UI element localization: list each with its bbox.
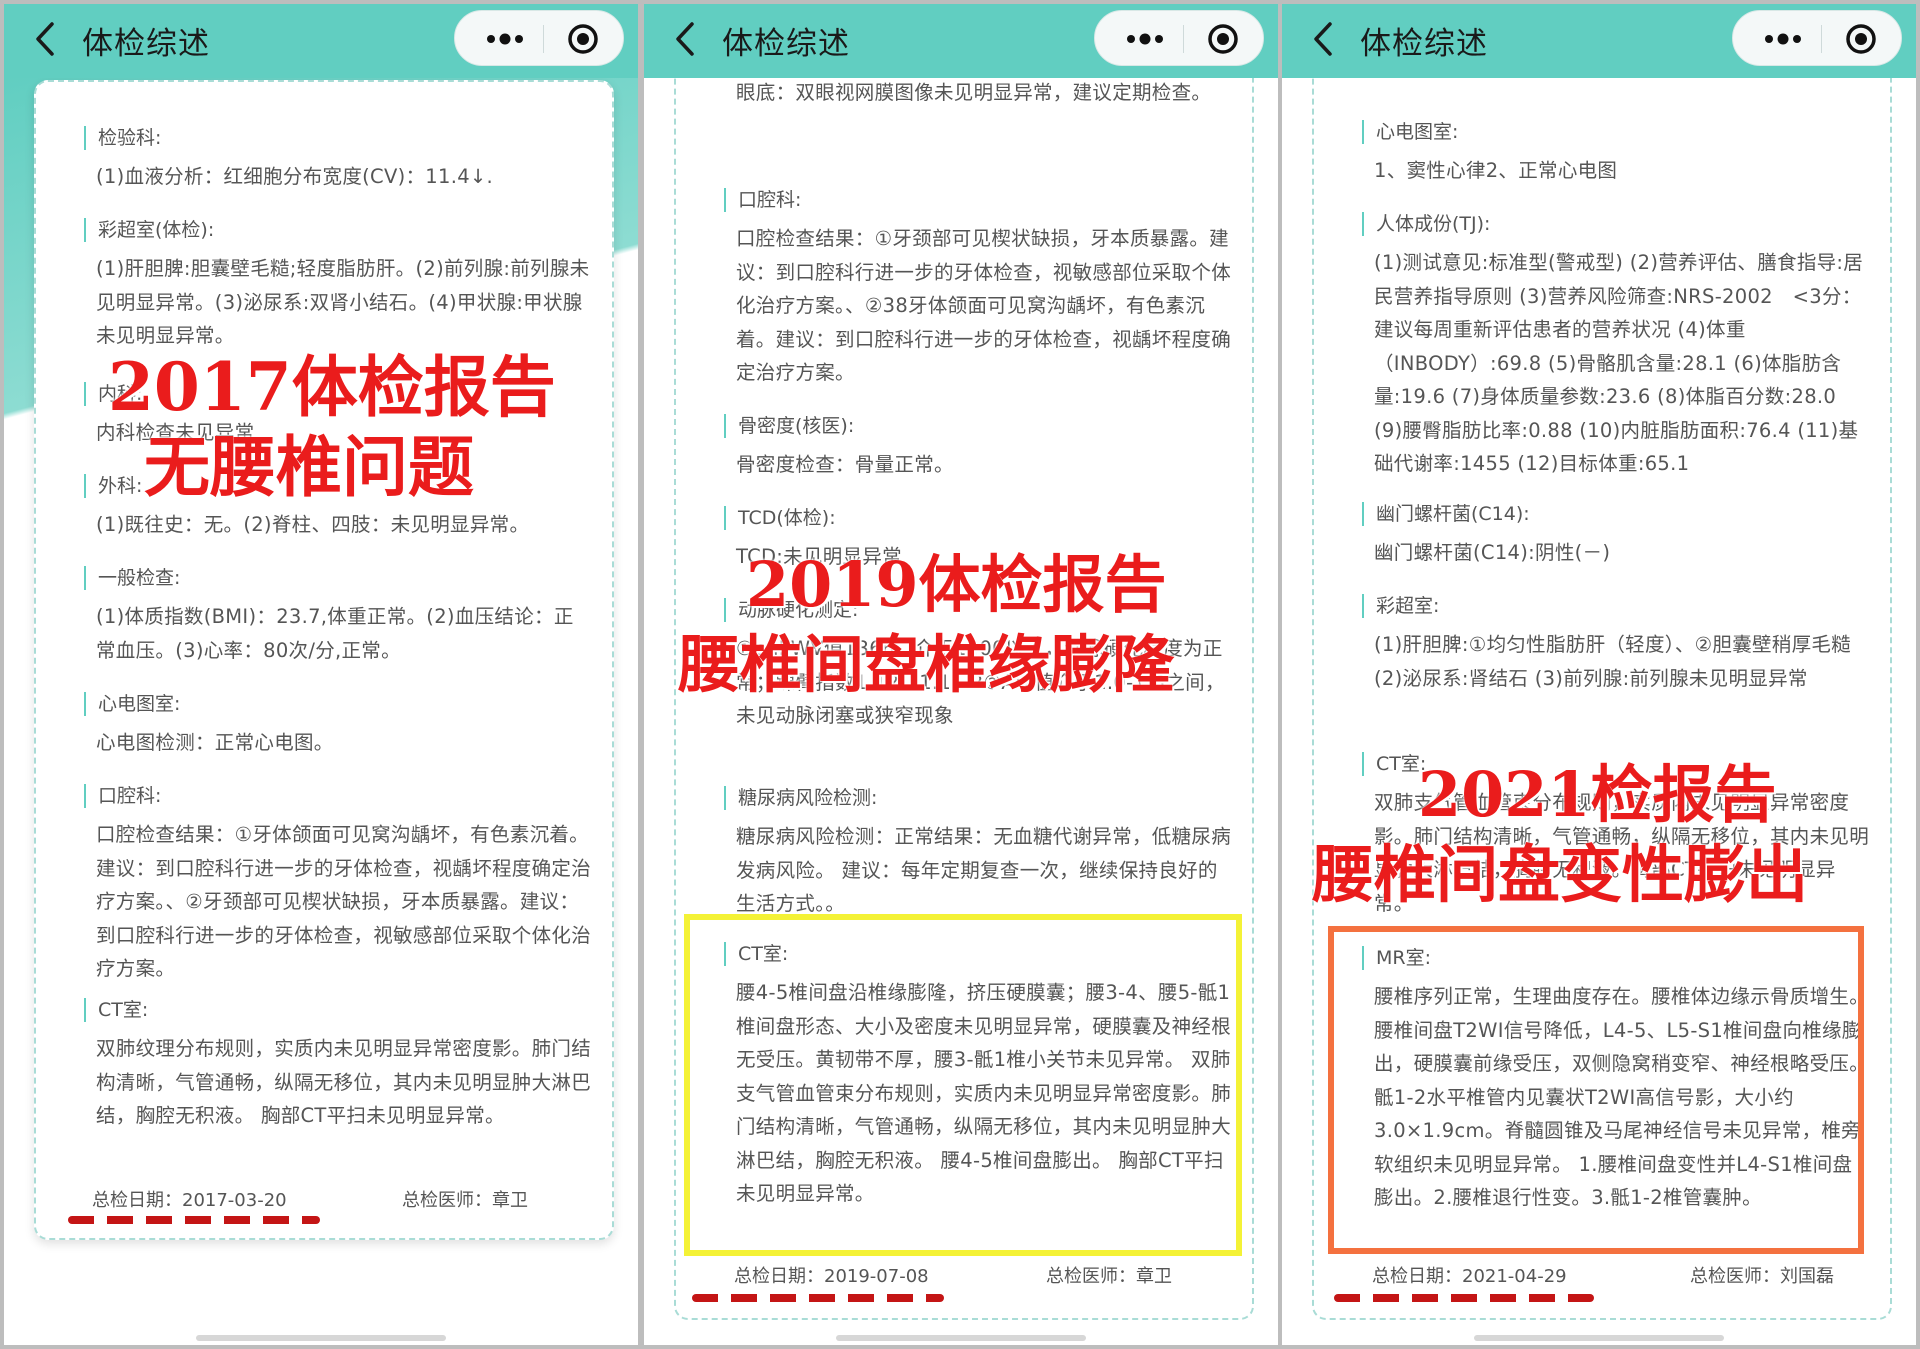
capsule-divider (1183, 25, 1184, 53)
app-bar: 体检综述 (644, 4, 1278, 78)
overlay-subtitle: 腰椎间盘变性膨出 (1312, 838, 1809, 911)
date-underline (68, 1216, 320, 1224)
section-title: 彩超室: (1362, 594, 1439, 618)
section-text: 双肺纹理分布规则，实质内未见明显异常密度影。肺门结构清晰，气管通畅，纵隔无移位，… (96, 1037, 592, 1127)
report-panel-2021: 体检综述 心电图室: 1、窦性心律2、正常心电图 人体成份(TJ): (1)测试… (1282, 4, 1916, 1345)
section-text: 糖尿病风险检测：正常结果：无血糖代谢异常，低糖尿病发病风险。 建议：每年定期复查… (736, 825, 1232, 915)
section-title: CT室: (1362, 752, 1426, 776)
page-title: 体检综述 (1360, 26, 1488, 62)
section-text: 幽门螺杆菌(C14):阴性(－) (1374, 541, 1611, 564)
capsule-divider (543, 25, 544, 53)
section-title: 糖尿病风险检测: (724, 786, 877, 810)
section-text: 口腔检查结果：①牙体颌面可见窝沟龋坏，有色素沉着。建议：到口腔科行进一步的牙体检… (96, 823, 592, 980)
exam-date: 总检日期：2021-04-29 (1372, 1266, 1567, 1287)
overlay-title: 2019体检报告 (746, 548, 1167, 621)
section-text: 心电图检测：正常心电图。 (96, 731, 334, 754)
section-title: 一般检查: (84, 566, 180, 590)
back-arrow-icon[interactable] (666, 16, 706, 62)
section-title: 心电图室: (1362, 120, 1458, 144)
page-title: 体检综述 (722, 26, 850, 62)
section-text: 口腔检查结果：①牙颈部可见楔状缺损，牙本质暴露。建议：到口腔科行进一步的牙体检查… (736, 227, 1232, 384)
exam-date: 总检日期：2017-03-20 (92, 1190, 287, 1211)
section-text: (1)既往史：无。(2)脊柱、四肢：未见明显异常。 (96, 513, 530, 536)
section-title: 外科: (84, 474, 142, 498)
section-text: 眼底：双眼视网膜图像未见明显异常，建议定期检查。 (736, 81, 1212, 104)
exam-date: 总检日期：2019-07-08 (734, 1266, 929, 1287)
summary-card: 检验科: (1)血液分析：红细胞分布宽度(CV)：11.4↓. 彩超室(体检):… (34, 80, 614, 1240)
section-title: 口腔科: (84, 784, 161, 808)
more-dots-icon[interactable] (473, 19, 537, 59)
section-title: 彩超室(体检): (84, 218, 214, 242)
highlight-box-ct (684, 914, 1242, 1256)
section-text: (1)体质指数(BMI)：23.7,体重正常。(2)血压结论：正常血压。(3)心… (96, 605, 574, 662)
overlay-title: 2021检报告 (1418, 758, 1777, 831)
close-circle-icon[interactable] (1195, 19, 1255, 59)
section-title: 骨密度(核医): (724, 414, 854, 438)
section-title: 幽门螺杆菌(C14): (1362, 502, 1530, 526)
page-title: 体检综述 (82, 26, 210, 62)
section-text: (1)测试意见:标准型(警戒型) (2)营养评估、膳食指导:居民营养指导原则 (… (1374, 251, 1864, 475)
home-indicator (1474, 1335, 1724, 1341)
mini-program-capsule (1732, 10, 1902, 66)
capsule-divider (1821, 25, 1822, 53)
section-text: (1)血液分析：红细胞分布宽度(CV)：11.4↓. (96, 165, 494, 188)
section-title: 心电图室: (84, 692, 180, 716)
highlight-box-mr (1328, 926, 1864, 1254)
more-dots-icon[interactable] (1751, 19, 1815, 59)
back-arrow-icon[interactable] (1304, 16, 1344, 62)
overlay-subtitle: 无腰椎问题 (144, 428, 474, 506)
app-bar: 体检综述 (4, 4, 638, 78)
overlay-subtitle: 腰椎间盘椎缘膨隆 (678, 628, 1175, 701)
more-dots-icon[interactable] (1113, 19, 1177, 59)
home-indicator (836, 1335, 1086, 1341)
section-text: 1、窦性心律2、正常心电图 (1374, 159, 1618, 182)
section-title: 口腔科: (724, 188, 801, 212)
mini-program-capsule (1094, 10, 1264, 66)
section-text: 骨密度检查：骨量正常。 (736, 453, 954, 476)
section-title: 人体成份(TJ): (1362, 212, 1490, 236)
report-panel-2017: 体检综述 检验科: (1)血液分析：红细胞分布宽度(CV)：11.4↓. 彩超室… (4, 4, 638, 1345)
exam-doctor: 总检医师：章卫 (402, 1190, 528, 1211)
app-bar: 体检综述 (1282, 4, 1916, 78)
mini-program-capsule (454, 10, 624, 66)
date-underline (1334, 1294, 1594, 1302)
report-panel-2019: 体检综述 眼底：双眼视网膜图像未见明显异常，建议定期检查。 口腔科: 口腔检查结… (644, 4, 1278, 1345)
home-indicator (196, 1335, 446, 1341)
close-circle-icon[interactable] (1833, 19, 1893, 59)
back-arrow-icon[interactable] (26, 16, 66, 62)
section-title: CT室: (84, 998, 148, 1022)
section-text: (1)肝胆脾:①均匀性脂肪肝（轻度）、②胆囊壁稍厚毛糙 (2)泌尿系:肾结石 (… (1374, 633, 1852, 690)
exam-doctor: 总检医师：章卫 (1046, 1266, 1172, 1287)
close-circle-icon[interactable] (555, 19, 615, 59)
date-underline (692, 1294, 944, 1302)
section-title: 检验科: (84, 126, 161, 150)
section-title: TCD(体检): (724, 506, 836, 530)
exam-doctor: 总检医师：刘国磊 (1690, 1266, 1834, 1287)
